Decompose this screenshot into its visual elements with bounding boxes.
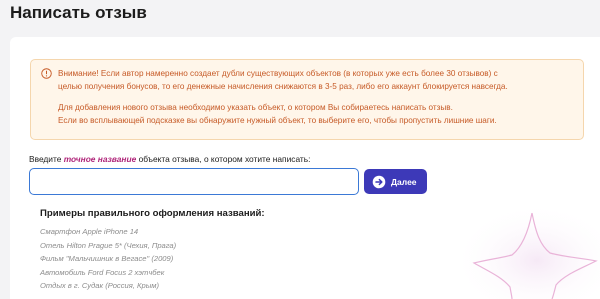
- warning-text: Внимание! Если автор намеренно создает д…: [58, 67, 578, 127]
- warning-line: Если во всплывающей подсказке вы обнаруж…: [58, 116, 497, 125]
- arrow-right-circle-icon: [372, 175, 386, 188]
- example-item: Отель Hilton Prague 5* (Чехия, Прага): [40, 240, 177, 250]
- warning-line: Для добавления нового отзыва необходимо …: [58, 103, 453, 112]
- example-item: Смартфон Apple iPhone 14: [40, 227, 139, 236]
- label-suffix: объекта отзыва, о котором хотите написат…: [138, 154, 311, 164]
- label-prefix: Введите: [29, 154, 62, 164]
- alert-circle-icon: [41, 68, 52, 79]
- warning-line: Внимание! Если автор намеренно создает д…: [58, 69, 498, 78]
- examples-title: Примеры правильного оформления названий:: [40, 208, 265, 219]
- decorative-star-icon: [460, 203, 600, 299]
- example-item: Автомобиль Ford Focus 2 хэтчбек: [40, 267, 165, 277]
- review-form-card: Внимание! Если автор намеренно создает д…: [10, 37, 600, 299]
- label-accent: точное название: [63, 154, 137, 164]
- object-name-input[interactable]: [29, 168, 359, 195]
- object-name-label: Введите точное название объекта отзыва, …: [29, 154, 310, 164]
- warning-line: целью получения бонусов, то его денежные…: [58, 82, 508, 91]
- examples-list: Смартфон Apple iPhone 14 Отель Hilton Pr…: [40, 225, 176, 293]
- example-item: Отдых в г. Судак (Россия, Крым): [40, 281, 160, 290]
- next-button-label: Далее: [391, 176, 417, 187]
- next-button[interactable]: Далее: [364, 169, 427, 194]
- example-item: Фильм "Мальчишник в Вегасе" (2009): [40, 254, 174, 263]
- warning-notice: Внимание! Если автор намеренно создает д…: [30, 59, 584, 140]
- page-title: Написать отзыв: [10, 3, 147, 22]
